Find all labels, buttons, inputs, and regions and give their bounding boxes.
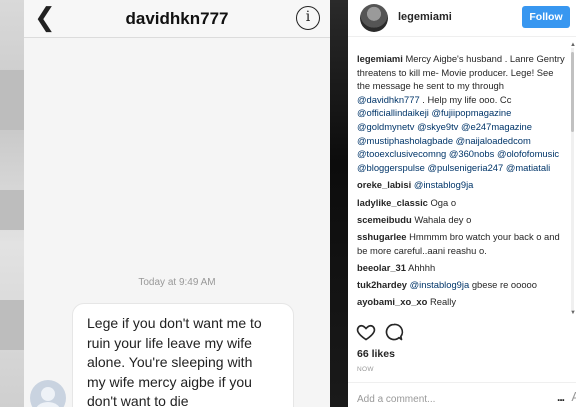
scroll-down-icon[interactable]: ▼	[570, 310, 576, 316]
comment-row: ladylike_classic Oga o	[357, 196, 567, 210]
background-strip	[0, 0, 24, 407]
like-count[interactable]: 66 likes	[357, 348, 395, 360]
info-icon[interactable]: i	[296, 6, 320, 30]
caption-tags[interactable]: @officiallindaikeji @fujiipopmagazine @g…	[357, 107, 559, 172]
comment-row: tuk2hardey @instablog9ja gbese re ooooo	[357, 278, 567, 292]
caption-text-2: . Help my life ooo. Cc	[422, 93, 512, 105]
post-actions	[356, 322, 416, 344]
dm-header: ❮ davidhkn777 i	[24, 0, 330, 38]
comment-username[interactable]: ladylike_classic	[357, 197, 428, 208]
comment-username[interactable]: ayobami_xo_xo	[357, 296, 427, 307]
comment-username[interactable]: beeolar_31	[357, 262, 406, 273]
truncated-text: A	[571, 389, 576, 404]
comment-text: Wahala dey o	[414, 213, 472, 225]
more-options-icon[interactable]: ...	[557, 390, 565, 404]
divider-strip	[330, 0, 348, 407]
comment-row: oreke_labisi @instablog9ja	[357, 178, 567, 192]
divider	[348, 382, 576, 383]
post-username[interactable]: legemiami	[398, 11, 452, 23]
post-time: NOW	[357, 366, 374, 373]
follow-button[interactable]: Follow	[522, 6, 570, 28]
comment-row: sshugarlee Hmmmm bro watch your back o a…	[357, 230, 567, 257]
caption-mention[interactable]: @davidhkn777	[357, 94, 420, 105]
comment-username[interactable]: tuk2hardey	[357, 279, 407, 290]
comment-mention[interactable]: @instablog9ja	[410, 279, 470, 290]
comment-text: Really	[429, 296, 457, 308]
direct-message-screenshot: ❮ davidhkn777 i Today at 9:49 AM Lege if…	[24, 0, 330, 407]
comments-list: legemiami Mercy Aigbe's husband . Lanre …	[357, 52, 567, 316]
avatar[interactable]	[360, 4, 388, 32]
heart-icon[interactable]	[356, 322, 376, 342]
comment-row: beeolar_31 Ahhhh	[357, 261, 567, 275]
scrollbar[interactable]: ▲ ▼	[570, 40, 576, 320]
comment-text: Oga o	[430, 196, 457, 208]
comment-text: Ahhhh	[408, 261, 436, 273]
comment-username[interactable]: oreke_labisi	[357, 179, 411, 190]
comment-text: gbese re ooooo	[471, 278, 537, 290]
comment-row: scemeibudu Wahala dey o	[357, 213, 567, 227]
post-caption: legemiami Mercy Aigbe's husband . Lanre …	[357, 52, 567, 174]
message-timestamp: Today at 9:49 AM	[138, 277, 216, 288]
comment-username[interactable]: sshugarlee	[357, 231, 407, 242]
post-header: legemiami Follow	[348, 0, 576, 37]
comment-username[interactable]: scemeibudu	[357, 214, 412, 225]
caption-username[interactable]: legemiami	[357, 53, 403, 64]
message-bubble: Lege if you don't want me to ruin your l…	[72, 303, 294, 407]
instagram-post-panel: legemiami Follow legemiami Mercy Aigbe's…	[348, 0, 576, 407]
comment-input[interactable]: Add a comment...	[357, 394, 435, 405]
comment-row: ayobami_xo_xo Really	[357, 295, 567, 309]
sender-avatar	[30, 380, 66, 407]
comment-mention[interactable]: @instablog9ja	[414, 179, 474, 190]
dm-username: davidhkn777	[125, 9, 229, 28]
comment-icon[interactable]	[384, 322, 404, 342]
